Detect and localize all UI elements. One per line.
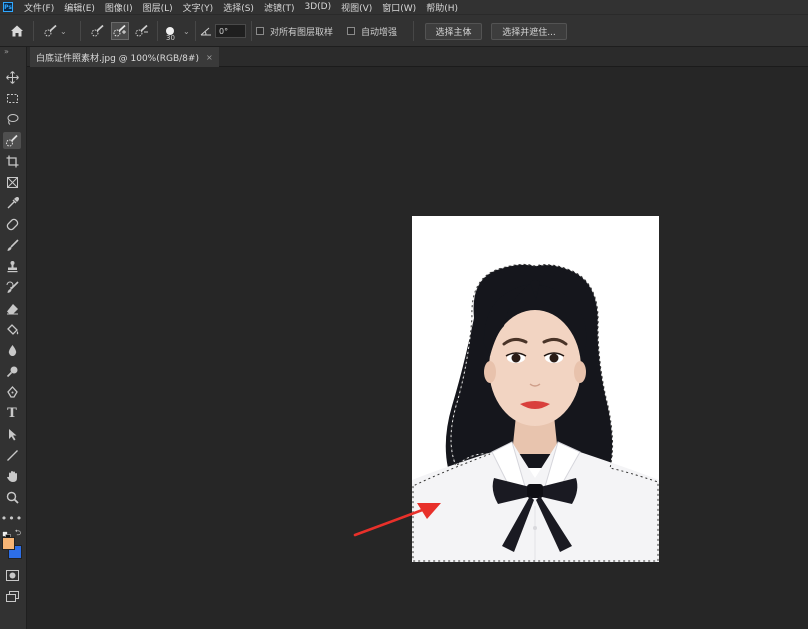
path-selection-tool[interactable] xyxy=(3,426,21,443)
auto-enhance-checkbox[interactable] xyxy=(347,27,355,35)
menu-layer[interactable]: 图层(L) xyxy=(138,1,178,14)
sample-all-layers-label: 对所有图层取样 xyxy=(270,27,334,38)
quick-selection-icon xyxy=(6,134,18,146)
new-selection-mode[interactable] xyxy=(89,15,107,47)
menu-select[interactable]: 选择(S) xyxy=(218,1,259,14)
auto-enhance-option[interactable]: 自动增强 xyxy=(347,15,397,47)
eraser-icon xyxy=(6,304,18,315)
angle-control xyxy=(200,15,212,47)
document-tab-title: 白底证件照素材.jpg @ 100%(RGB/8#) xyxy=(36,53,199,64)
quick-selection-preset-icon xyxy=(42,22,60,40)
brush-tool[interactable] xyxy=(3,237,21,254)
clone-stamp-tool[interactable] xyxy=(3,258,21,275)
hand-icon xyxy=(6,471,17,482)
menu-window[interactable]: 窗口(W) xyxy=(377,1,421,14)
angle-input-wrap: 0° xyxy=(215,15,246,47)
menu-bar: Ps 文件(F) 编辑(E) 图像(I) 图层(L) 文字(Y) 选择(S) 滤… xyxy=(0,0,808,14)
zoom-tool[interactable] xyxy=(3,489,21,506)
subtract-from-selection-mode[interactable] xyxy=(133,15,151,47)
zoom-icon xyxy=(6,491,19,504)
chevron-down-icon: ⌄ xyxy=(60,26,67,36)
marquee-icon xyxy=(6,94,18,103)
home-button[interactable] xyxy=(9,15,25,47)
options-bar: ⌄ 30 ⌄ 0° 对所有图层取样 自动增强 选择主体 选择并遮住... xyxy=(0,14,808,47)
quick-selection-tool[interactable] xyxy=(3,132,21,149)
blur-icon xyxy=(8,345,16,356)
canvas-area[interactable] xyxy=(27,67,808,629)
history-brush-tool[interactable] xyxy=(3,279,21,296)
screen-mode-button[interactable] xyxy=(3,588,21,605)
quick-mask-button[interactable] xyxy=(3,567,21,584)
menu-filter[interactable]: 滤镜(T) xyxy=(259,1,300,14)
eraser-tool[interactable] xyxy=(3,300,21,317)
menu-image[interactable]: 图像(I) xyxy=(100,1,138,14)
tool-preset-picker[interactable]: ⌄ xyxy=(42,15,67,47)
more-tools-icon[interactable]: ••• xyxy=(1,510,22,527)
tools-panel: » T ••• ⮌ xyxy=(0,47,27,629)
menu-file[interactable]: 文件(F) xyxy=(19,1,59,14)
hand-tool[interactable] xyxy=(3,468,21,485)
chevron-down-icon: ⌄ xyxy=(183,26,190,36)
path-selection-icon xyxy=(8,429,16,441)
angle-icon xyxy=(200,27,211,36)
sample-all-layers-checkbox[interactable] xyxy=(256,27,264,35)
paint-bucket-icon xyxy=(6,324,18,335)
foreground-color-swatch[interactable] xyxy=(2,537,15,550)
history-brush-icon xyxy=(6,281,19,293)
move-icon xyxy=(5,71,19,84)
brush-size-value: 30 xyxy=(166,34,175,42)
new-selection-icon xyxy=(89,22,107,40)
menu-help[interactable]: 帮助(H) xyxy=(421,1,463,14)
menu-type[interactable]: 文字(Y) xyxy=(178,1,219,14)
document-tab-bar: 白底证件照素材.jpg @ 100%(RGB/8#) × xyxy=(27,47,808,67)
quick-mask-icon xyxy=(5,570,19,581)
sample-all-layers-option[interactable]: 对所有图层取样 xyxy=(256,15,333,47)
menu-3d[interactable]: 3D(D) xyxy=(299,2,336,12)
frame-tool[interactable] xyxy=(3,174,21,191)
type-icon[interactable]: T xyxy=(3,405,21,422)
eyedropper-tool[interactable] xyxy=(3,195,21,212)
angle-input[interactable]: 0° xyxy=(215,24,246,38)
menu-view[interactable]: 视图(V) xyxy=(336,1,377,14)
pen-tool[interactable] xyxy=(3,384,21,401)
healing-brush-tool[interactable] xyxy=(3,216,21,233)
pen-icon xyxy=(6,386,18,398)
select-subject-button[interactable]: 选择主体 xyxy=(425,22,482,40)
lasso-icon xyxy=(7,114,18,125)
crop-tool[interactable] xyxy=(3,153,21,170)
marquee-tool[interactable] xyxy=(3,90,21,107)
paint-bucket-tool[interactable] xyxy=(3,321,21,338)
select-and-mask-button[interactable]: 选择并遮住... xyxy=(491,22,567,40)
frame-icon xyxy=(6,177,18,188)
dodge-icon xyxy=(6,366,17,378)
auto-enhance-label: 自动增强 xyxy=(361,27,398,38)
subtract-from-selection-icon xyxy=(133,22,151,40)
brush-picker[interactable] xyxy=(166,15,174,47)
document-tab[interactable]: 白底证件照素材.jpg @ 100%(RGB/8#) × xyxy=(30,47,219,67)
menu-edit[interactable]: 编辑(E) xyxy=(59,1,100,14)
panel-collapse-icon[interactable]: » xyxy=(4,47,9,56)
line-tool[interactable] xyxy=(3,447,21,464)
screen-mode-icon xyxy=(5,591,19,602)
photoshop-logo-icon[interactable]: Ps xyxy=(3,2,13,12)
healing-brush-icon xyxy=(6,218,18,231)
add-to-selection-icon xyxy=(111,22,129,40)
crop-icon xyxy=(6,155,18,168)
home-icon xyxy=(11,25,23,37)
brush-picker-dropdown[interactable]: ⌄ xyxy=(183,15,190,47)
brush-icon xyxy=(7,239,19,251)
line-icon xyxy=(6,450,18,461)
move-tool[interactable] xyxy=(3,69,21,86)
clone-stamp-icon xyxy=(7,261,17,273)
dodge-tool[interactable] xyxy=(3,363,21,380)
add-to-selection-mode[interactable] xyxy=(111,15,129,47)
lasso-tool[interactable] xyxy=(3,111,21,128)
eyedropper-icon xyxy=(7,197,19,209)
close-icon[interactable]: × xyxy=(206,53,213,62)
annotation-arrow-icon xyxy=(353,503,441,537)
blur-tool[interactable] xyxy=(3,342,21,359)
